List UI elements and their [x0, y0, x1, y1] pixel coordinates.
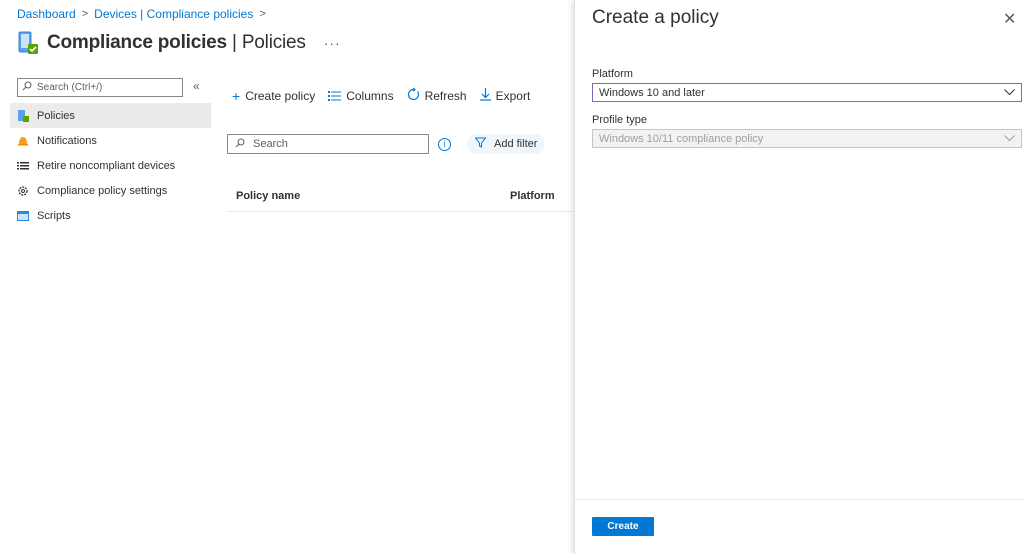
- info-icon[interactable]: i: [438, 137, 451, 151]
- create-policy-button[interactable]: + Create policy: [232, 88, 315, 104]
- intune-page: Dashboard > Devices | Compliance policie…: [0, 0, 1024, 554]
- gear-icon: [17, 185, 29, 197]
- more-options-icon[interactable]: ···: [324, 35, 341, 51]
- profile-type-select: Windows 10/11 compliance policy: [592, 129, 1022, 148]
- sidebar-item-label: Compliance policy settings: [37, 184, 168, 197]
- search-icon: [22, 81, 32, 94]
- platform-value: Windows 10 and later: [599, 86, 705, 99]
- filter-icon: [474, 137, 487, 151]
- sidebar-item-retire[interactable]: Retire noncompliant devices: [10, 153, 211, 178]
- sidebar-item-notifications[interactable]: Notifications: [10, 128, 211, 153]
- sidebar-item-label: Scripts: [37, 209, 71, 222]
- profile-type-value: Windows 10/11 compliance policy: [599, 132, 764, 145]
- platform-select[interactable]: Windows 10 and later: [592, 83, 1022, 102]
- refresh-icon: [407, 87, 420, 104]
- breadcrumb-devices-compliance[interactable]: Devices | Compliance policies: [94, 7, 253, 21]
- close-icon[interactable]: ✕: [1003, 9, 1016, 29]
- column-header-policy-name[interactable]: Policy name: [236, 190, 300, 202]
- policy-icon: [17, 109, 29, 122]
- breadcrumb-dashboard[interactable]: Dashboard: [17, 7, 76, 21]
- chevron-down-icon: [1004, 88, 1015, 98]
- download-icon: [479, 88, 491, 104]
- command-bar: + Create policy Columns Refresh Export: [232, 87, 530, 104]
- search-input[interactable]: Search: [227, 134, 429, 154]
- sidebar-item-compliance-settings[interactable]: Compliance policy settings: [10, 178, 211, 203]
- table-header: Policy name Platform: [226, 180, 576, 212]
- platform-label: Platform: [592, 68, 633, 80]
- sidebar-item-label: Retire noncompliant devices: [37, 159, 176, 172]
- script-icon: [17, 210, 29, 222]
- chevron-down-icon: [1004, 134, 1015, 144]
- list-icon: [17, 160, 29, 172]
- create-button[interactable]: Create: [592, 517, 654, 536]
- bell-icon: [17, 135, 29, 147]
- sidebar-search-input[interactable]: Search (Ctrl+/): [17, 78, 183, 97]
- export-button[interactable]: Export: [479, 88, 530, 104]
- sidebar-item-label: Notifications: [37, 134, 97, 147]
- breadcrumb: Dashboard > Devices | Compliance policie…: [17, 7, 266, 21]
- sidebar-search-placeholder: Search (Ctrl+/): [37, 82, 103, 93]
- plus-icon: +: [232, 88, 241, 104]
- sidebar-item-scripts[interactable]: Scripts: [10, 203, 211, 228]
- panel-title: Create a policy: [592, 7, 719, 28]
- create-policy-panel: Create a policy ✕ Platform Windows 10 an…: [574, 0, 1024, 554]
- sidebar-item-label: Policies: [37, 109, 75, 122]
- columns-button[interactable]: Columns: [328, 88, 394, 104]
- search-icon: [235, 138, 245, 151]
- profile-type-label: Profile type: [592, 114, 648, 126]
- column-header-platform[interactable]: Platform: [510, 190, 555, 202]
- collapse-sidebar-icon[interactable]: «: [193, 79, 200, 93]
- compliance-device-icon: [17, 30, 39, 56]
- chevron-right-icon: >: [259, 8, 266, 20]
- page-title: Compliance policies | Policies: [47, 32, 306, 53]
- panel-footer: Create: [575, 499, 1024, 554]
- sidebar-nav: Policies Notifications Retire noncomplia…: [10, 103, 211, 228]
- columns-icon: [328, 88, 342, 104]
- refresh-button[interactable]: Refresh: [407, 87, 467, 104]
- page-header: Compliance policies | Policies ···: [17, 30, 341, 56]
- add-filter-button[interactable]: Add filter: [467, 134, 546, 154]
- search-placeholder: Search: [253, 138, 288, 150]
- chevron-right-icon: >: [81, 8, 89, 20]
- filter-row: Search i Add filter: [227, 134, 546, 154]
- sidebar-item-policies[interactable]: Policies: [10, 103, 211, 128]
